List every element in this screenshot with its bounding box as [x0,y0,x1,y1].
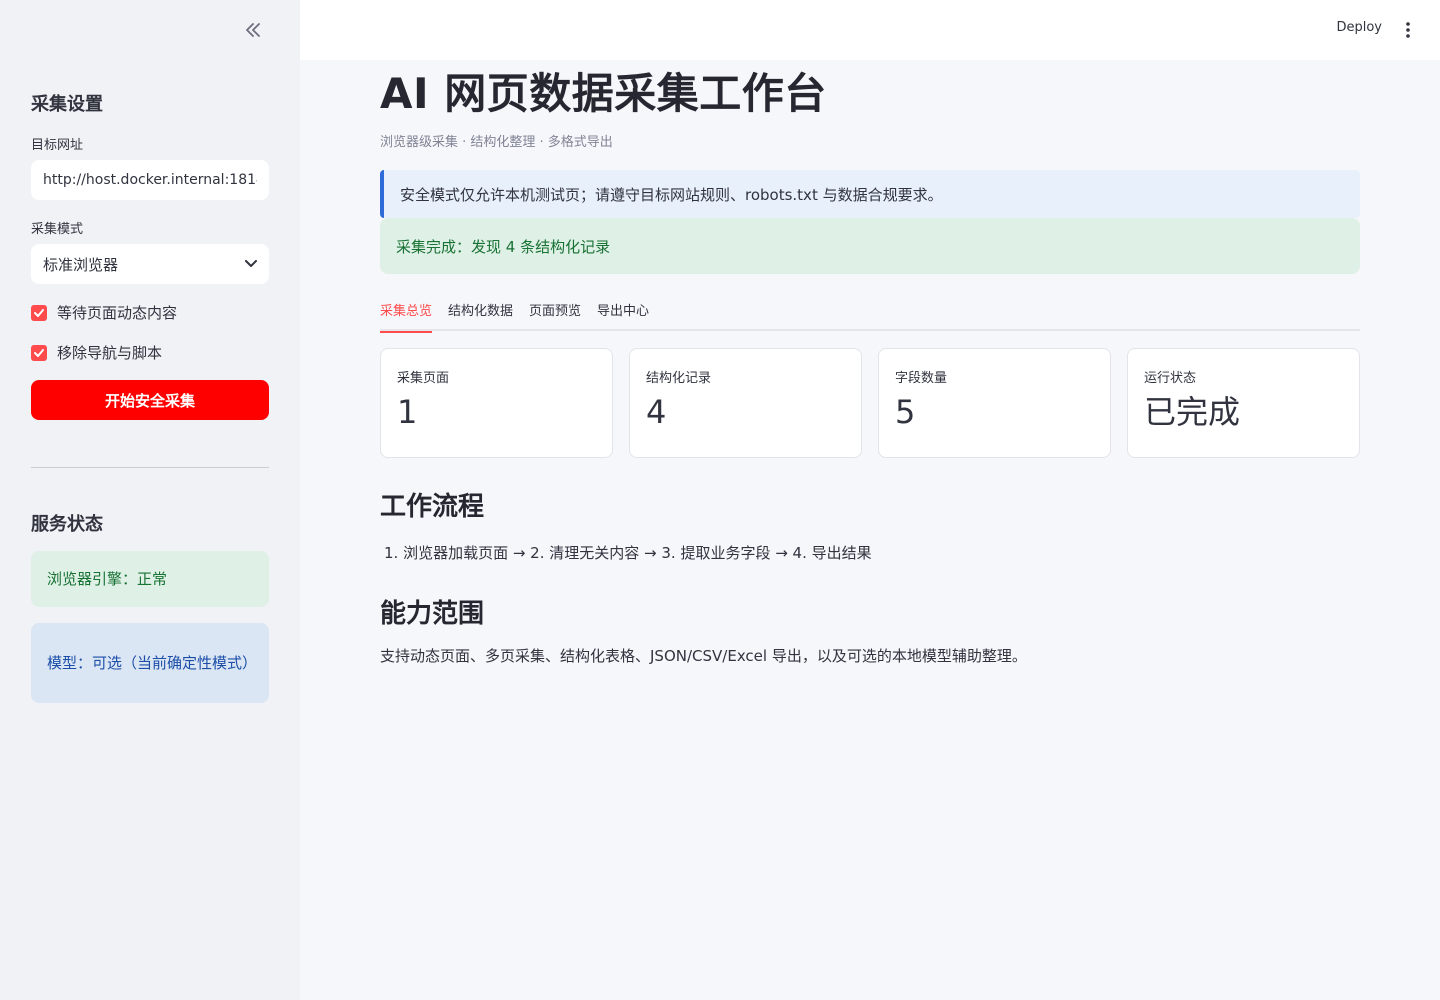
remove-nav-label: 移除导航与脚本 [57,344,163,362]
metric-card-status: 运行状态 已完成 [1127,348,1360,458]
wait-dynamic-checkbox-row[interactable]: 等待页面动态内容 [31,302,177,323]
tab-bar: 采集总览 结构化数据 页面预览 导出中心 [380,296,1360,333]
app-header: Deploy [300,0,1440,60]
mode-select[interactable]: 标准浏览器 [31,244,269,284]
metric-card-fields: 字段数量 5 [878,348,1111,458]
model-status-alert: 模型：可选（当前确定性模式） [31,623,269,703]
metric-value: 5 [895,393,916,431]
url-label: 目标网址 [31,138,84,153]
settings-title: 采集设置 [31,94,103,115]
metric-card-pages: 采集页面 1 [380,348,613,458]
metric-card-records: 结构化记录 4 [629,348,862,458]
metric-label: 采集页面 [397,371,450,386]
tab-overview[interactable]: 采集总览 [380,296,433,333]
metric-value: 1 [397,393,418,431]
start-scrape-button[interactable]: 开始安全采集 [31,380,269,420]
capability-heading: 能力范围 [380,599,485,629]
tab-page-preview[interactable]: 页面预览 [529,296,581,331]
service-status-title: 服务状态 [31,514,103,535]
chevron-down-icon [245,260,257,268]
metric-value: 已完成 [1144,393,1241,431]
tab-export-center[interactable]: 导出中心 [597,296,649,331]
page-title: AI 网页数据采集工作台 [380,69,827,118]
model-status-text: 模型：可选（当前确定性模式） [47,654,258,672]
safety-info-alert: 安全模式仅允许本机测试页；请遵守目标网站规则、robots.txt 与数据合规要… [380,170,1360,218]
wait-dynamic-label: 等待页面动态内容 [57,304,178,322]
metric-label: 字段数量 [895,371,948,386]
mode-select-value: 标准浏览器 [43,255,119,274]
more-menu-icon[interactable] [1400,20,1416,40]
sidebar-divider [31,467,269,468]
capability-text: 支持动态页面、多页采集、结构化表格、JSON/CSV/Excel 导出，以及可选… [380,647,1027,665]
tab-structured-data[interactable]: 结构化数据 [448,296,513,331]
safety-info-text: 安全模式仅允许本机测试页；请遵守目标网站规则、robots.txt 与数据合规要… [400,185,943,204]
remove-nav-checkbox[interactable] [31,344,47,361]
success-text: 采集完成：发现 4 条结构化记录 [396,237,611,256]
browser-status-text: 浏览器引擎：正常 [47,570,168,588]
page-subtitle: 浏览器级采集 · 结构化整理 · 多格式导出 [380,135,613,150]
metric-label: 结构化记录 [646,371,712,386]
remove-nav-checkbox-row[interactable]: 移除导航与脚本 [31,342,162,363]
wait-dynamic-checkbox[interactable] [31,304,47,321]
metric-value: 4 [646,393,667,431]
metric-label: 运行状态 [1144,371,1197,386]
target-url-input[interactable] [31,160,269,200]
browser-status-alert: 浏览器引擎：正常 [31,551,269,607]
deploy-button[interactable]: Deploy [1336,20,1382,35]
success-alert: 采集完成：发现 4 条结构化记录 [380,218,1360,274]
workflow-heading: 工作流程 [380,492,485,522]
collapse-sidebar-icon[interactable] [240,18,266,42]
sidebar: 采集设置 目标网址 采集模式 标准浏览器 等待页面动态内容 移除导航与脚本 开始… [0,0,300,1000]
mode-label: 采集模式 [31,222,84,237]
workflow-list-item: 1. 浏览器加载页面 → 2. 清理无关内容 → 3. 提取业务字段 → 4. … [384,544,872,562]
